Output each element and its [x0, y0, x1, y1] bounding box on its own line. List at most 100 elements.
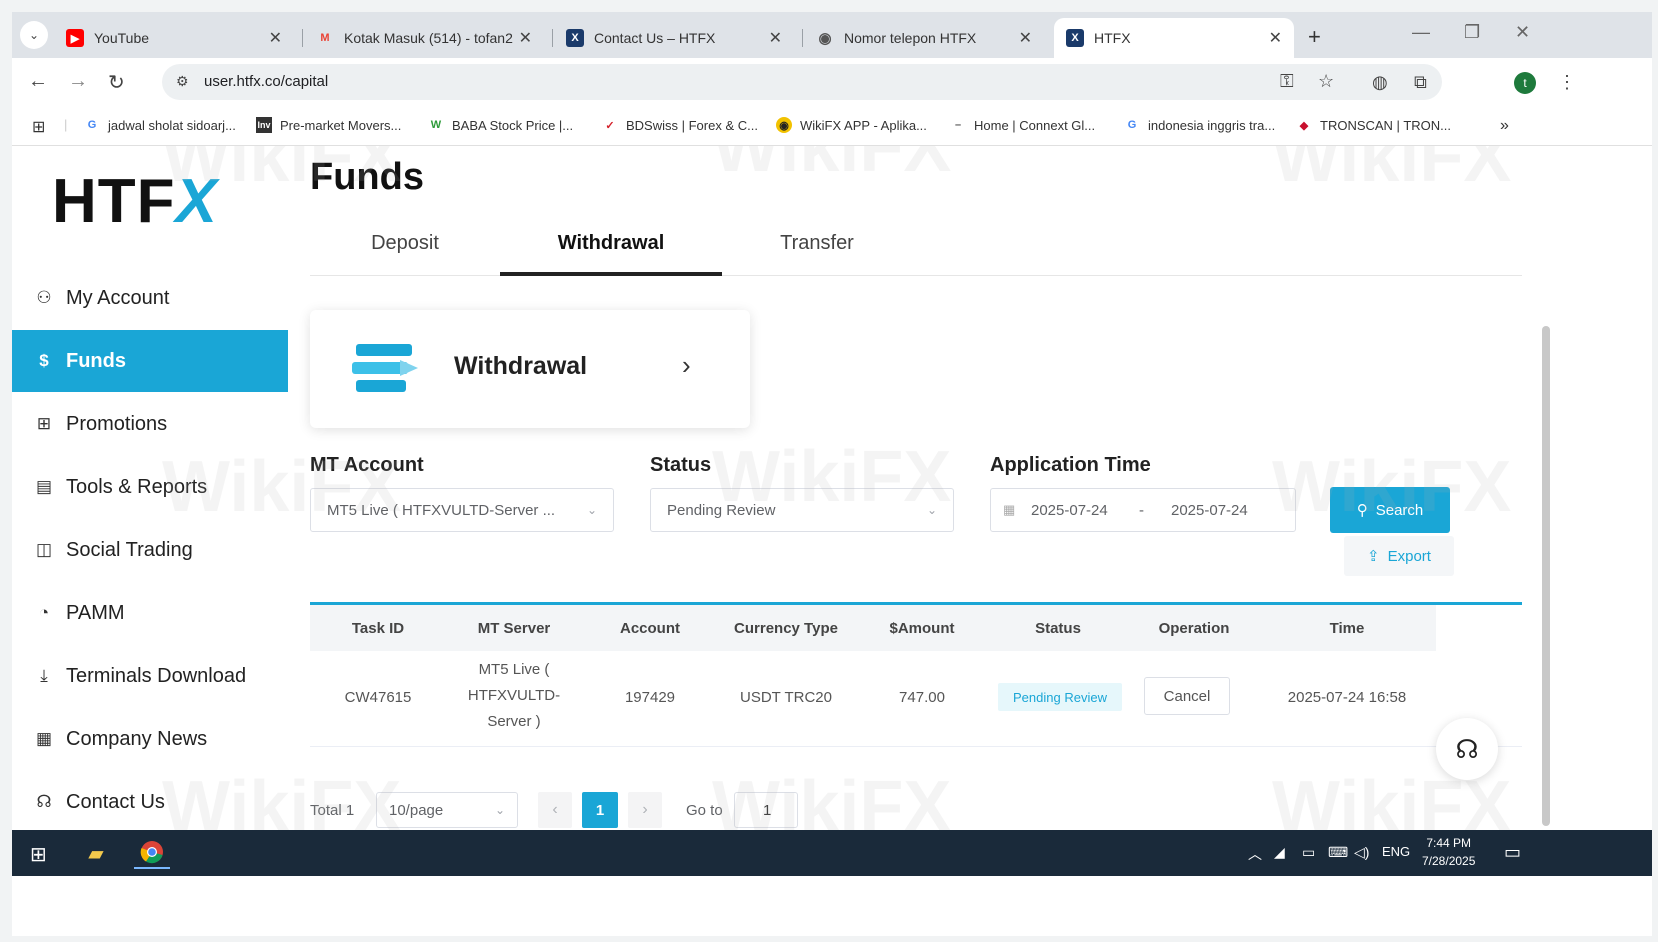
date-from[interactable]: 2025-07-24 [1031, 502, 1108, 519]
tab-deposit[interactable]: Deposit [310, 232, 500, 255]
htfx-logo[interactable]: HTFX [52, 166, 218, 237]
menu-kebab-icon[interactable]: ⋮ [1558, 72, 1576, 93]
bookmark-item[interactable]: ✓ BDSwiss | Forex & C... [602, 117, 758, 133]
sidebar-item-contact-us[interactable]: ☊ Contact Us [12, 771, 288, 833]
sidebar-item-my-account[interactable]: ⚇ My Account [12, 267, 288, 329]
network-icon[interactable]: ◢ [1274, 844, 1285, 861]
battery-icon[interactable]: ▭ [1302, 844, 1315, 861]
close-tab-icon[interactable]: ✕ [1019, 28, 1032, 48]
sidebar-item-social-trading[interactable]: ◫ Social Trading [12, 519, 288, 581]
volume-icon[interactable]: ◁) [1354, 844, 1369, 861]
close-tab-icon[interactable]: ✕ [769, 28, 782, 48]
bookmarks-bar: ⊞ | Gjadwal sholat sidoarj... Inv Pre-mar… [12, 106, 1652, 146]
tab-transfer[interactable]: Transfer [722, 232, 912, 255]
sidebar-item-tools-reports[interactable]: ▤ Tools & Reports [12, 456, 288, 518]
tray-expand-icon[interactable]: ︿ [1248, 844, 1262, 864]
extensions-icon[interactable]: ⧉ [1414, 72, 1427, 93]
withdrawal-card[interactable]: Withdrawal › [310, 310, 750, 428]
sidebar-item-label: My Account [66, 286, 170, 309]
page-scrollbar[interactable] [1542, 326, 1550, 826]
status-badge: Pending Review [998, 683, 1122, 711]
key-icon[interactable]: ⚿ [1280, 71, 1294, 92]
taskbar-clock[interactable]: 7:44 PM 7/28/2025 [1422, 834, 1475, 870]
sidebar-item-pamm[interactable]: ◔ PAMM [12, 582, 288, 644]
reload-icon[interactable]: ↻ [108, 70, 125, 95]
close-tab-icon[interactable]: ✕ [519, 28, 532, 48]
search-button[interactable]: ⚲ Search [1330, 487, 1450, 533]
notification-icon[interactable]: ▭ [1504, 842, 1521, 863]
bookmark-item[interactable]: Gindonesia inggris tra... [1124, 117, 1275, 133]
next-page-button[interactable]: › [628, 792, 662, 828]
sidebar-item-company-news[interactable]: ▦ Company News [12, 708, 288, 770]
mt-account-value: MT5 Live ( HTFXVULTD-Server ... [327, 501, 556, 519]
browser-tab-htfx-active[interactable]: X HTFX ✕ [1054, 18, 1294, 58]
close-window-icon[interactable]: ✕ [1515, 22, 1530, 43]
bookmark-label: Home | Connext Gl... [974, 117, 1096, 133]
browser-tab-gmail[interactable]: M Kotak Masuk (514) - tofan25 ✕ [304, 18, 544, 58]
more-bookmarks-icon[interactable]: » [1500, 117, 1509, 135]
page-size-value: 10/page [389, 802, 444, 819]
globe-icon: ◉ [818, 30, 832, 47]
tab-withdrawal[interactable]: Withdrawal [500, 232, 722, 255]
windows-start-icon[interactable]: ⊞ [30, 842, 47, 867]
bookmark-item[interactable]: ◆ TRONSCAN | TRON... [1296, 117, 1451, 133]
prev-page-button[interactable]: ‹ [538, 792, 572, 828]
page-size-select[interactable]: 10/page ⌄ [376, 792, 518, 828]
page-number-current[interactable]: 1 [582, 792, 618, 828]
goto-page-input[interactable]: 1 [734, 792, 798, 828]
bookmark-label: WikiFX APP - Aplika... [800, 117, 927, 133]
chrome-icon[interactable] [134, 837, 170, 869]
apps-grid-icon[interactable]: ⊞ [32, 117, 45, 137]
application-time-range[interactable]: ▦ 2025-07-24 - 2025-07-24 [990, 488, 1296, 532]
date-to[interactable]: 2025-07-24 [1171, 502, 1248, 519]
cell-currency: USDT TRC20 [740, 689, 832, 706]
input-method-icon[interactable]: ⌨ [1328, 844, 1348, 861]
bookmark-star-icon[interactable]: ☆ [1318, 71, 1334, 92]
new-tab-icon[interactable]: + [1308, 24, 1321, 50]
browser-tab-youtube[interactable]: ▶ YouTube ✕ [54, 18, 294, 58]
export-button-label: Export [1387, 547, 1431, 565]
url-text: user.htfx.co/capital [204, 73, 329, 90]
file-explorer-icon[interactable]: ▰ [78, 837, 114, 869]
watermark: WikiFX [1272, 146, 1512, 197]
logo-accent: X [175, 167, 218, 236]
bookmark-item[interactable]: – Home | Connext Gl... [950, 117, 1095, 133]
tab-separator [802, 29, 803, 47]
close-tab-icon[interactable]: ✕ [269, 28, 282, 48]
cell-mt-server: MT5 Live ( HTFXVULTD- Server ) [446, 657, 582, 735]
status-select[interactable]: Pending Review ⌄ [650, 488, 954, 532]
back-icon[interactable]: ← [28, 70, 48, 93]
close-tab-icon[interactable]: ✕ [1269, 28, 1282, 48]
bookmark-item[interactable]: ◉ WikiFX APP - Aplika... [776, 117, 927, 133]
browser-tab-nomor-telepon[interactable]: ◉ Nomor telepon HTFX ✕ [804, 18, 1044, 58]
support-headset-icon[interactable]: ☊ [1436, 718, 1498, 780]
sidebar-item-label: Company News [66, 727, 208, 750]
tab-search-icon[interactable]: ⌄ [20, 21, 48, 49]
chevron-right-icon: › [682, 350, 691, 380]
search-icon: ⚲ [1356, 502, 1368, 519]
sidebar-item-funds[interactable]: $ Funds [12, 330, 288, 392]
export-button[interactable]: ⇪ Export [1344, 536, 1454, 576]
cancel-button[interactable]: Cancel [1144, 677, 1230, 715]
browser-tab-contact-htfx[interactable]: X Contact Us – HTFX ✕ [554, 18, 794, 58]
bookmark-item[interactable]: Gjadwal sholat sidoarj... [84, 117, 236, 133]
language-indicator[interactable]: ENG [1382, 844, 1410, 859]
restore-icon[interactable]: ❐ [1464, 22, 1480, 43]
mt-account-select[interactable]: MT5 Live ( HTFXVULTD-Server ... ⌄ [310, 488, 614, 532]
bookmark-item[interactable]: W BABA Stock Price |... [428, 117, 573, 133]
forward-icon[interactable]: → [68, 70, 88, 93]
sidebar-item-terminals-download[interactable]: ⤓ Terminals Download [12, 645, 288, 707]
bookmark-item[interactable]: Inv Pre-market Movers... [256, 117, 401, 133]
active-tab-indicator [500, 272, 722, 276]
bookmark-label: BABA Stock Price |... [452, 117, 574, 133]
chart-icon: ◫ [35, 540, 53, 559]
address-bar[interactable]: ⚙ user.htfx.co/capital ⚿ ☆ [162, 64, 1442, 100]
tab-title: YouTube [94, 30, 150, 46]
sidebar-item-promotions[interactable]: ⊞ Promotions [12, 393, 288, 455]
extension-globe-icon[interactable]: ◍ [1372, 72, 1388, 93]
column-header: Currency Type [734, 620, 838, 637]
watermark: WikiFX [712, 146, 952, 187]
minimize-icon[interactable]: — [1412, 22, 1430, 43]
site-settings-icon[interactable]: ⚙ [176, 73, 189, 90]
profile-avatar[interactable]: t [1514, 72, 1536, 94]
